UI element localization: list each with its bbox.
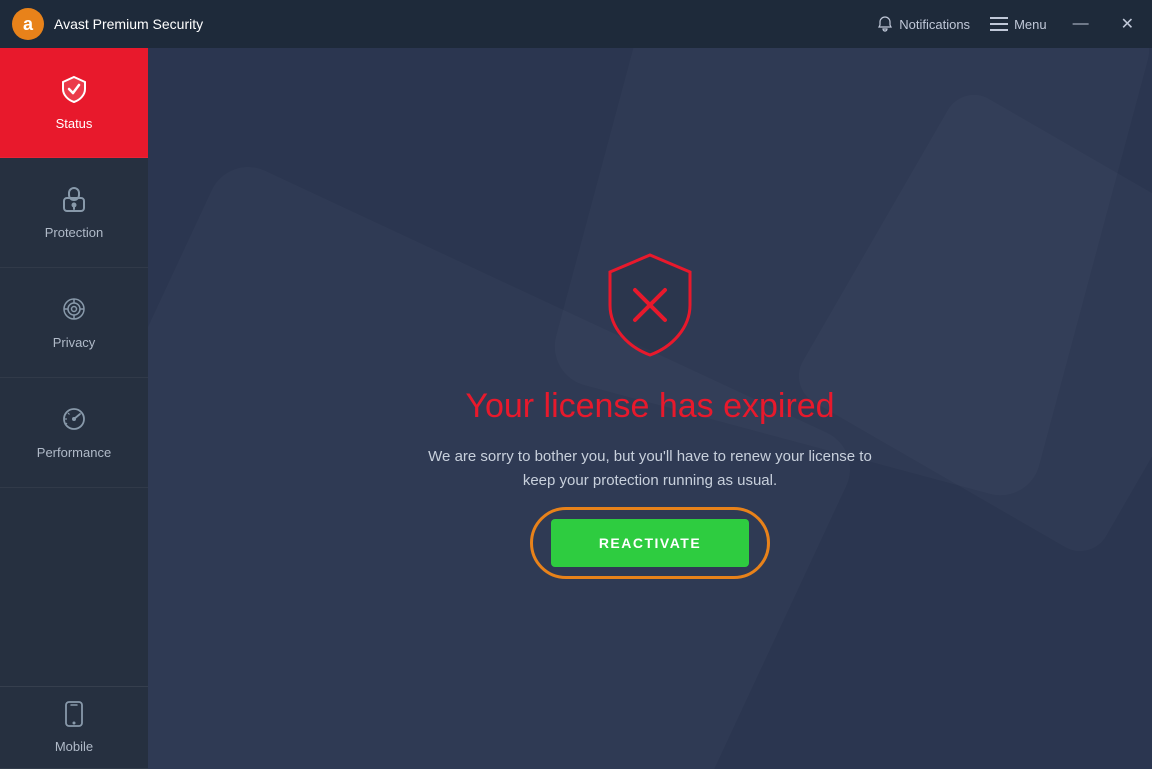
sidebar-item-mobile[interactable]: Mobile — [0, 686, 148, 769]
shield-container — [600, 250, 700, 360]
sidebar-item-status-label: Status — [56, 116, 93, 131]
sidebar: Status Protection — [0, 48, 148, 769]
bell-icon — [877, 16, 893, 32]
notifications-label: Notifications — [899, 17, 970, 32]
center-card: Your license has expired We are sorry to… — [420, 250, 880, 567]
avast-logo: a — [12, 8, 44, 40]
expired-title: Your license has expired — [465, 386, 834, 427]
svg-text:a: a — [23, 14, 34, 34]
main-layout: Status Protection — [0, 48, 1152, 769]
minimize-button[interactable]: — — [1067, 15, 1095, 33]
sidebar-item-status[interactable]: Status — [0, 48, 148, 158]
menu-button[interactable]: Menu — [990, 17, 1047, 32]
sidebar-item-privacy-label: Privacy — [53, 335, 96, 350]
content-area: Your license has expired We are sorry to… — [148, 48, 1152, 769]
sidebar-item-protection-label: Protection — [45, 225, 104, 240]
sidebar-item-performance-label: Performance — [37, 445, 111, 460]
sidebar-item-protection[interactable]: Protection — [0, 158, 148, 268]
notifications-button[interactable]: Notifications — [877, 16, 970, 32]
app-title: Avast Premium Security — [54, 16, 877, 32]
shield-icon — [600, 250, 700, 360]
protection-icon — [60, 185, 88, 217]
reactivate-container: REACTIVATE — [551, 519, 749, 567]
menu-icon — [990, 17, 1008, 31]
menu-label: Menu — [1014, 17, 1047, 32]
sidebar-item-performance[interactable]: Performance — [0, 378, 148, 488]
expired-subtitle: We are sorry to bother you, but you'll h… — [420, 445, 880, 493]
status-icon — [59, 74, 89, 108]
close-button[interactable]: ✕ — [1115, 14, 1140, 34]
sidebar-item-privacy[interactable]: Privacy — [0, 268, 148, 378]
title-bar-controls: Notifications Menu — ✕ — [877, 14, 1140, 34]
sidebar-item-mobile-label: Mobile — [55, 739, 93, 754]
mobile-icon — [63, 701, 85, 731]
title-bar: a Avast Premium Security Notifications M… — [0, 0, 1152, 48]
reactivate-button[interactable]: REACTIVATE — [551, 519, 749, 567]
performance-icon — [60, 405, 88, 437]
privacy-icon — [60, 295, 88, 327]
